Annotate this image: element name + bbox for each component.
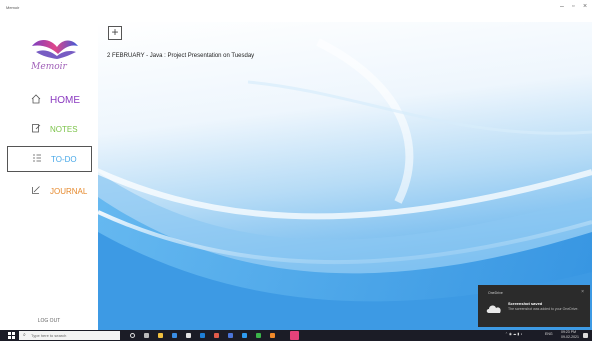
nav-notes-label: NOTES (50, 124, 78, 134)
clock-date: 09-02-2021 (561, 335, 579, 339)
todo-item[interactable]: 2 FEBRUARY - Java : Project Presentation… (107, 53, 254, 59)
tray-icons[interactable]: ⌃ ◉ ☁ ▮ ◖ (505, 332, 522, 336)
window-title: Memoir (6, 5, 20, 10)
logo-text: Memoir (31, 62, 67, 72)
file-explorer-icon[interactable] (158, 333, 163, 338)
sidebar: Memoir HOME NOTES TO-DO JOURNAL LOG OUT (0, 22, 98, 330)
clock-time: 09:23 PM (561, 330, 576, 334)
firefox-icon[interactable] (270, 333, 275, 338)
nav-home-label: HOME (50, 94, 80, 106)
wave-background (98, 22, 592, 330)
notification-toast[interactable]: OneDrive × Screenshot saved The screensh… (478, 285, 590, 327)
store-icon[interactable] (172, 333, 177, 338)
edge-icon[interactable] (200, 333, 205, 338)
nav-journal[interactable]: JOURNAL (7, 178, 92, 204)
logout-button[interactable]: LOG OUT (0, 318, 98, 324)
nav-home[interactable]: HOME (7, 87, 92, 113)
journal-icon (29, 185, 43, 198)
add-button[interactable]: + (108, 26, 122, 40)
notes-icon (29, 123, 43, 136)
checklist-icon (30, 153, 44, 166)
nav-todo-label: TO-DO (51, 154, 77, 164)
home-icon (29, 93, 43, 107)
language-indicator[interactable]: ENG (545, 332, 553, 336)
memoir-app-icon[interactable] (290, 331, 299, 340)
cloud-icon (486, 305, 501, 313)
windows-start-icon[interactable] (8, 332, 15, 339)
taskbar: ⌕ Type here to search ⌃ ◉ ☁ ▮ ◖ ENG 09:2… (0, 330, 592, 341)
notification-close-icon[interactable]: × (581, 289, 584, 295)
notification-app-name: OneDrive (488, 291, 503, 295)
search-placeholder: Type here to search (31, 333, 67, 338)
nav-notes[interactable]: NOTES (7, 116, 92, 142)
minimize-button[interactable]: – (560, 3, 564, 10)
task-view-icon[interactable] (144, 333, 149, 338)
mail-icon[interactable] (186, 333, 191, 338)
nav-todo[interactable]: TO-DO (7, 146, 92, 172)
vscode-icon[interactable] (242, 333, 247, 338)
chrome-icon[interactable] (228, 333, 233, 338)
main-content: + 2 FEBRUARY - Java : Project Presentati… (98, 22, 592, 330)
title-bar: Memoir – ▫ × (0, 0, 592, 22)
maximize-button[interactable]: ▫ (572, 3, 574, 10)
close-button[interactable]: × (583, 3, 587, 10)
memoir-logo-icon (32, 39, 78, 59)
clock[interactable]: 09:23 PM 09-02-2021 (561, 330, 579, 340)
photos-icon[interactable] (214, 333, 219, 338)
notification-body: The screenshot was added to your OneDriv… (508, 307, 579, 311)
notification-title: Screenshot saved (508, 301, 543, 306)
action-center-icon[interactable] (583, 333, 588, 338)
whatsapp-icon[interactable] (256, 333, 261, 338)
search-icon: ⌕ (23, 332, 26, 338)
cortana-icon[interactable] (130, 333, 135, 338)
taskbar-search-input[interactable]: ⌕ Type here to search (19, 331, 120, 340)
nav-journal-label: JOURNAL (50, 186, 88, 196)
